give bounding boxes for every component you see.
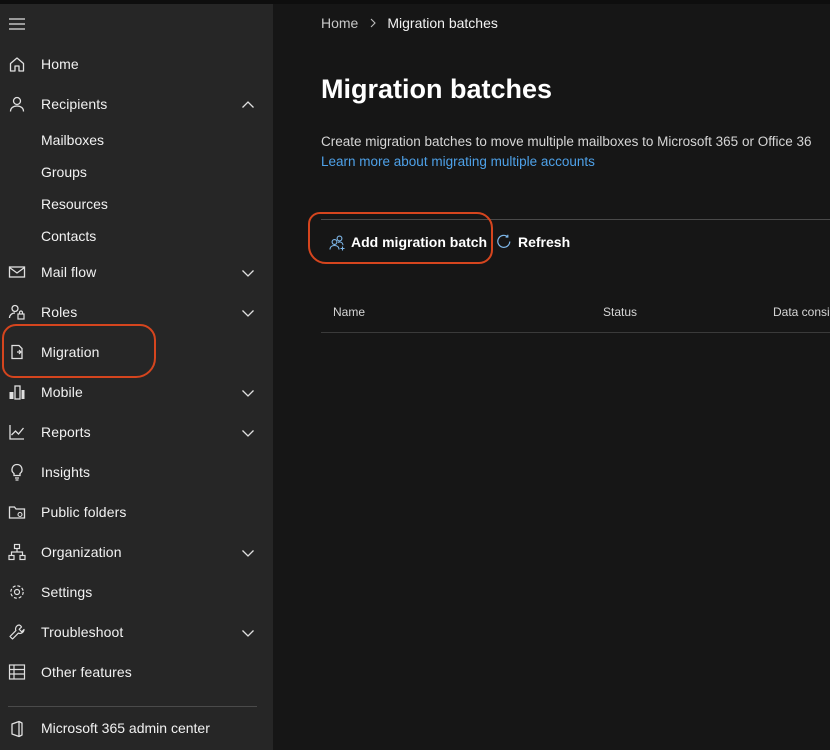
table-header: Name Status Data consis (321, 294, 830, 333)
sidebar-item-label: Troubleshoot (41, 624, 124, 640)
sidebar-subitem-label: Groups (41, 164, 87, 180)
chevron-down-icon[interactable] (241, 626, 255, 638)
sidebar-item-migration[interactable]: Migration (0, 332, 273, 372)
office-icon (8, 720, 26, 738)
main-content: Home Migration batches Migration batches… (273, 4, 830, 750)
lightbulb-icon (8, 463, 26, 481)
chart-icon (8, 423, 26, 441)
person-lock-icon (8, 303, 26, 321)
sidebar-item-settings[interactable]: Settings (0, 572, 273, 612)
breadcrumb-home-link[interactable]: Home (321, 15, 358, 31)
sidebar-subitem-label: Resources (41, 196, 108, 212)
column-header-name[interactable]: Name (333, 305, 365, 319)
sidebar-subitem-label: Mailboxes (41, 132, 105, 148)
wrench-icon (8, 623, 26, 641)
breadcrumb-current: Migration batches (387, 15, 498, 31)
sidebar: Home Recipients Mailboxes Groups Resourc… (0, 4, 273, 750)
mail-icon (8, 263, 26, 281)
hamburger-menu-icon[interactable] (8, 16, 26, 32)
gear-icon (8, 583, 26, 601)
sidebar-item-label: Settings (41, 584, 93, 600)
chevron-right-icon (370, 18, 377, 28)
sidebar-item-label: Roles (41, 304, 78, 320)
sidebar-item-label: Insights (41, 464, 91, 480)
chevron-down-icon[interactable] (241, 306, 255, 318)
page-title: Migration batches (321, 74, 553, 104)
chevron-down-icon[interactable] (241, 266, 255, 278)
sidebar-item-insights[interactable]: Insights (0, 452, 273, 492)
add-migration-batch-label: Add migration batch (351, 234, 488, 250)
refresh-icon (497, 234, 511, 248)
microsoft-365-admin-center-link[interactable]: Microsoft 365 admin center (0, 709, 273, 749)
chevron-down-icon[interactable] (241, 386, 255, 398)
sidebar-item-label: Public folders (41, 504, 127, 520)
sidebar-subitem-mailboxes[interactable]: Mailboxes (0, 124, 273, 156)
sidebar-item-public-folders[interactable]: Public folders (0, 492, 273, 532)
add-people-icon (329, 235, 345, 251)
person-icon (8, 95, 26, 113)
sidebar-item-home[interactable]: Home (0, 44, 273, 84)
sidebar-item-label: Other features (41, 664, 132, 680)
sidebar-subitem-label: Contacts (41, 228, 97, 244)
breadcrumb: Home Migration batches (321, 15, 498, 31)
column-header-status[interactable]: Status (603, 305, 637, 319)
page-description: Create migration batches to move multipl… (321, 134, 812, 149)
sidebar-item-mobile[interactable]: Mobile (0, 372, 273, 412)
sidebar-subitem-groups[interactable]: Groups (0, 156, 273, 188)
sidebar-item-recipients[interactable]: Recipients (0, 84, 273, 124)
folder-icon (8, 503, 26, 521)
sidebar-item-reports[interactable]: Reports (0, 412, 273, 452)
sidebar-item-label: Migration (41, 344, 100, 360)
column-header-data-consistency[interactable]: Data consis (773, 305, 830, 319)
grid-icon (8, 663, 26, 681)
sidebar-item-mail-flow[interactable]: Mail flow (0, 252, 273, 292)
mobile-icon (8, 383, 26, 401)
sidebar-item-other-features[interactable]: Other features (0, 652, 273, 692)
sidebar-item-roles[interactable]: Roles (0, 292, 273, 332)
chevron-down-icon[interactable] (241, 546, 255, 558)
learn-more-link[interactable]: Learn more about migrating multiple acco… (321, 154, 595, 169)
sidebar-item-label: Mail flow (41, 264, 97, 280)
command-bar-divider (321, 219, 830, 220)
sidebar-nav: Home Recipients Mailboxes Groups Resourc… (0, 44, 273, 692)
sidebar-item-troubleshoot[interactable]: Troubleshoot (0, 612, 273, 652)
sidebar-divider (8, 706, 257, 707)
refresh-button[interactable]: Refresh (495, 230, 570, 254)
sidebar-item-label: Mobile (41, 384, 83, 400)
home-icon (8, 55, 26, 73)
sidebar-subitem-contacts[interactable]: Contacts (0, 220, 273, 252)
org-icon (8, 543, 26, 561)
chevron-up-icon[interactable] (241, 98, 255, 110)
sidebar-item-organization[interactable]: Organization (0, 532, 273, 572)
chevron-down-icon[interactable] (241, 426, 255, 438)
add-migration-batch-button[interactable]: Add migration batch (328, 230, 487, 254)
admin-center-label: Microsoft 365 admin center (41, 720, 210, 736)
sidebar-item-label: Reports (41, 424, 91, 440)
refresh-label: Refresh (518, 234, 571, 250)
sidebar-item-label: Organization (41, 544, 122, 560)
sidebar-item-label: Recipients (41, 96, 108, 112)
migration-icon (8, 343, 26, 361)
sidebar-subitem-resources[interactable]: Resources (0, 188, 273, 220)
sidebar-item-label: Home (41, 56, 79, 72)
